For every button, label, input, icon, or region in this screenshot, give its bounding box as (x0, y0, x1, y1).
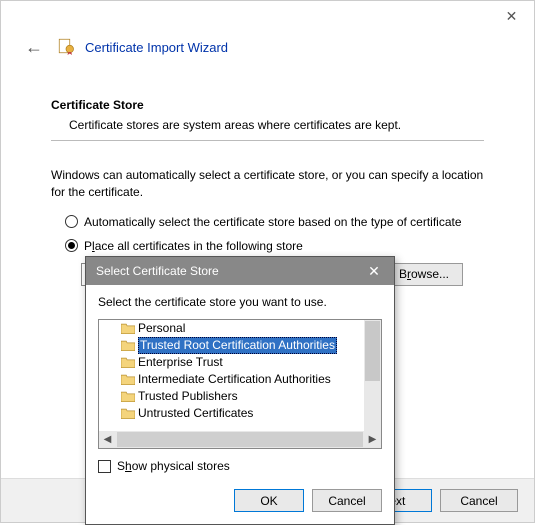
store-tree-item[interactable]: Untrusted Certificates (99, 405, 364, 422)
store-tree-item-label: Trusted Root Certification Authorities (138, 337, 337, 354)
dialog-body: Select the certificate store you want to… (86, 285, 394, 483)
store-tree-item[interactable]: Intermediate Certification Authorities (99, 371, 364, 388)
store-tree-item-label: Intermediate Certification Authorities (138, 372, 331, 387)
vertical-scrollbar[interactable] (364, 320, 381, 431)
horizontal-scrollbar[interactable]: ◀ ▶ (99, 431, 381, 448)
checkbox-icon (98, 460, 111, 473)
radio-place-label: Place all certificates in the following … (84, 239, 303, 253)
radio-icon (65, 239, 78, 252)
store-tree-item[interactable]: Trusted Root Certification Authorities (99, 337, 364, 354)
dialog-titlebar: Select Certificate Store ✕ (86, 257, 394, 285)
radio-place-all[interactable]: Place all certificates in the following … (65, 239, 484, 253)
wizard-window: ✕ ← Certificate Import Wizard Certificat… (0, 0, 535, 523)
wizard-title: Certificate Import Wizard (85, 40, 228, 55)
section-heading: Certificate Store (51, 98, 484, 112)
titlebar: ✕ (1, 1, 534, 31)
show-physical-stores-checkbox[interactable]: Show physical stores (98, 459, 382, 473)
store-tree-item-label: Trusted Publishers (138, 389, 238, 404)
store-tree-viewport: PersonalTrusted Root Certification Autho… (99, 320, 364, 431)
store-tree-item[interactable]: Personal (99, 320, 364, 337)
folder-icon (121, 323, 135, 334)
browse-button[interactable]: Browse... (385, 263, 463, 286)
folder-icon (121, 357, 135, 368)
window-close-button[interactable]: ✕ (489, 1, 534, 31)
scrollbar-track[interactable] (117, 432, 363, 447)
folder-icon (121, 340, 135, 351)
store-tree: PersonalTrusted Root Certification Autho… (98, 319, 382, 449)
scroll-left-arrow-icon[interactable]: ◀ (99, 431, 116, 448)
dialog-title: Select Certificate Store (96, 264, 219, 278)
radio-auto-select[interactable]: Automatically select the certificate sto… (65, 215, 484, 229)
dialog-button-row: OK Cancel (86, 483, 394, 524)
radio-auto-label: Automatically select the certificate sto… (84, 215, 462, 229)
certificate-icon (57, 37, 75, 58)
header: ← Certificate Import Wizard (1, 31, 534, 68)
folder-icon (121, 374, 135, 385)
store-tree-item[interactable]: Enterprise Trust (99, 354, 364, 371)
select-store-dialog: Select Certificate Store ✕ Select the ce… (85, 256, 395, 525)
scrollbar-thumb[interactable] (365, 321, 380, 381)
show-physical-stores-label: Show physical stores (117, 459, 230, 473)
radio-icon (65, 215, 78, 228)
dialog-close-button[interactable]: ✕ (354, 257, 394, 285)
back-arrow-icon[interactable]: ← (21, 37, 47, 58)
folder-icon (121, 408, 135, 419)
section-subtext: Certificate stores are system areas wher… (51, 112, 484, 140)
dialog-cancel-button[interactable]: Cancel (312, 489, 382, 512)
store-tree-item[interactable]: Trusted Publishers (99, 388, 364, 405)
cancel-button[interactable]: Cancel (440, 489, 518, 512)
explanatory-text: Windows can automatically select a certi… (51, 141, 484, 201)
folder-icon (121, 391, 135, 402)
ok-button[interactable]: OK (234, 489, 304, 512)
store-tree-item-label: Personal (138, 321, 185, 336)
dialog-prompt: Select the certificate store you want to… (98, 295, 382, 309)
store-tree-item-label: Enterprise Trust (138, 355, 223, 370)
store-tree-item-label: Untrusted Certificates (138, 406, 253, 421)
scroll-right-arrow-icon[interactable]: ▶ (364, 431, 381, 448)
